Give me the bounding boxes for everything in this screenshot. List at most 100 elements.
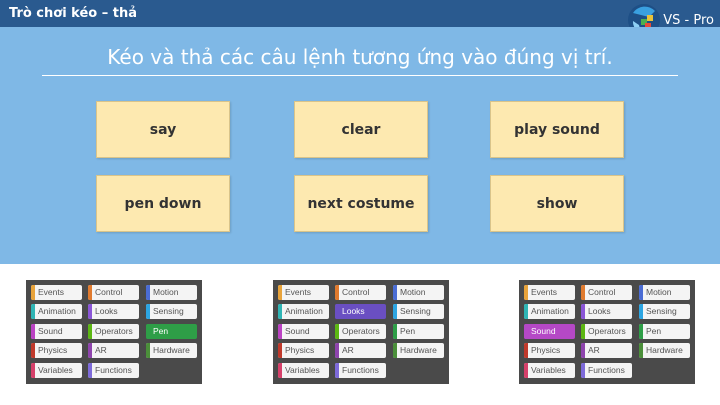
- top-bar: Trò chơi kéo – thả VS - Pro: [0, 0, 720, 36]
- card-pen-down[interactable]: pen down: [96, 175, 230, 232]
- category-palette[interactable]: Events Control Motion Animation Looks Sensing…: [273, 280, 449, 384]
- category-pen[interactable]: Pen: [393, 324, 444, 339]
- category-label: Operators: [95, 326, 133, 336]
- instruction-text: Kéo và thả các câu lệnh tương ứng vào đú…: [107, 45, 613, 69]
- category-motion[interactable]: Motion: [146, 285, 197, 300]
- category-color-bar: [88, 343, 92, 358]
- category-label: Sensing: [646, 306, 677, 316]
- category-label: AR: [342, 345, 354, 355]
- category-events[interactable]: Events: [31, 285, 82, 300]
- category-label: Functions: [588, 365, 625, 375]
- category-looks[interactable]: Looks: [335, 304, 386, 319]
- category-color-bar: [88, 304, 92, 319]
- category-ar[interactable]: AR: [335, 343, 386, 358]
- category-motion[interactable]: Motion: [393, 285, 444, 300]
- category-hardware[interactable]: Hardware: [146, 343, 197, 358]
- category-physics[interactable]: Physics: [31, 343, 82, 358]
- category-operators[interactable]: Operators: [88, 324, 139, 339]
- category-animation[interactable]: Animation: [31, 304, 82, 319]
- category-label: Events: [285, 287, 311, 297]
- category-control[interactable]: Control: [581, 285, 632, 300]
- category-control[interactable]: Control: [88, 285, 139, 300]
- category-control[interactable]: Control: [335, 285, 386, 300]
- category-color-bar: [88, 324, 92, 339]
- category-sound[interactable]: Sound: [524, 324, 575, 339]
- card-next-costume[interactable]: next costume: [294, 175, 428, 232]
- category-color-bar: [278, 343, 282, 358]
- category-palette[interactable]: Events Control Motion Animation Looks Sensing…: [519, 280, 695, 384]
- category-variables[interactable]: Variables: [524, 363, 575, 378]
- category-color-bar: [581, 285, 585, 300]
- category-pen[interactable]: Pen: [146, 324, 197, 339]
- category-label: Sensing: [153, 306, 184, 316]
- category-animation[interactable]: Animation: [524, 304, 575, 319]
- category-motion[interactable]: Motion: [639, 285, 690, 300]
- category-color-bar: [31, 343, 35, 358]
- category-color-bar: [335, 343, 339, 358]
- category-color-bar: [146, 324, 150, 339]
- category-color-bar: [31, 363, 35, 378]
- category-pen[interactable]: Pen: [639, 324, 690, 339]
- category-label: Sound: [38, 326, 63, 336]
- category-label: Operators: [342, 326, 380, 336]
- category-sensing[interactable]: Sensing: [393, 304, 444, 319]
- category-sound[interactable]: Sound: [31, 324, 82, 339]
- category-sensing[interactable]: Sensing: [639, 304, 690, 319]
- category-label: Functions: [342, 365, 379, 375]
- category-operators[interactable]: Operators: [581, 324, 632, 339]
- category-color-bar: [278, 363, 282, 378]
- card-say[interactable]: say: [96, 101, 230, 158]
- category-label: Sensing: [400, 306, 431, 316]
- category-color-bar: [581, 363, 585, 378]
- category-variables[interactable]: Variables: [31, 363, 82, 378]
- category-hardware[interactable]: Hardware: [393, 343, 444, 358]
- category-events[interactable]: Events: [278, 285, 329, 300]
- category-physics[interactable]: Physics: [278, 343, 329, 358]
- category-color-bar: [524, 324, 528, 339]
- category-label: Physics: [38, 345, 68, 355]
- category-functions[interactable]: Functions: [88, 363, 139, 378]
- category-label: Looks: [342, 306, 365, 316]
- category-sensing[interactable]: Sensing: [146, 304, 197, 319]
- category-hardware[interactable]: Hardware: [639, 343, 690, 358]
- category-ar[interactable]: AR: [581, 343, 632, 358]
- category-label: Events: [38, 287, 64, 297]
- category-label: Variables: [38, 365, 73, 375]
- game-title: Trò chơi kéo – thả: [9, 6, 138, 21]
- category-color-bar: [31, 324, 35, 339]
- category-label: Animation: [38, 306, 76, 316]
- category-physics[interactable]: Physics: [524, 343, 575, 358]
- category-color-bar: [524, 285, 528, 300]
- category-label: Motion: [153, 287, 179, 297]
- category-color-bar: [524, 304, 528, 319]
- category-color-bar: [524, 363, 528, 378]
- category-events[interactable]: Events: [524, 285, 575, 300]
- category-palette[interactable]: Events Control Motion Animation Looks Sensing…: [26, 280, 202, 384]
- category-color-bar: [393, 285, 397, 300]
- category-animation[interactable]: Animation: [278, 304, 329, 319]
- category-functions[interactable]: Functions: [581, 363, 632, 378]
- category-operators[interactable]: Operators: [335, 324, 386, 339]
- category-label: Control: [95, 287, 123, 297]
- category-looks[interactable]: Looks: [88, 304, 139, 319]
- category-looks[interactable]: Looks: [581, 304, 632, 319]
- category-label: AR: [588, 345, 600, 355]
- category-color-bar: [146, 343, 150, 358]
- category-color-bar: [335, 285, 339, 300]
- card-show[interactable]: show: [490, 175, 624, 232]
- category-color-bar: [278, 304, 282, 319]
- category-color-bar: [88, 363, 92, 378]
- card-clear[interactable]: clear: [294, 101, 428, 158]
- category-label: Functions: [95, 365, 132, 375]
- category-variables[interactable]: Variables: [278, 363, 329, 378]
- category-label: Operators: [588, 326, 626, 336]
- category-functions[interactable]: Functions: [335, 363, 386, 378]
- category-color-bar: [393, 343, 397, 358]
- logo-text: VS - Pro: [663, 12, 714, 28]
- card-play-sound[interactable]: play sound: [490, 101, 624, 158]
- category-color-bar: [581, 343, 585, 358]
- category-label: Motion: [400, 287, 426, 297]
- category-ar[interactable]: AR: [88, 343, 139, 358]
- category-sound[interactable]: Sound: [278, 324, 329, 339]
- category-color-bar: [146, 304, 150, 319]
